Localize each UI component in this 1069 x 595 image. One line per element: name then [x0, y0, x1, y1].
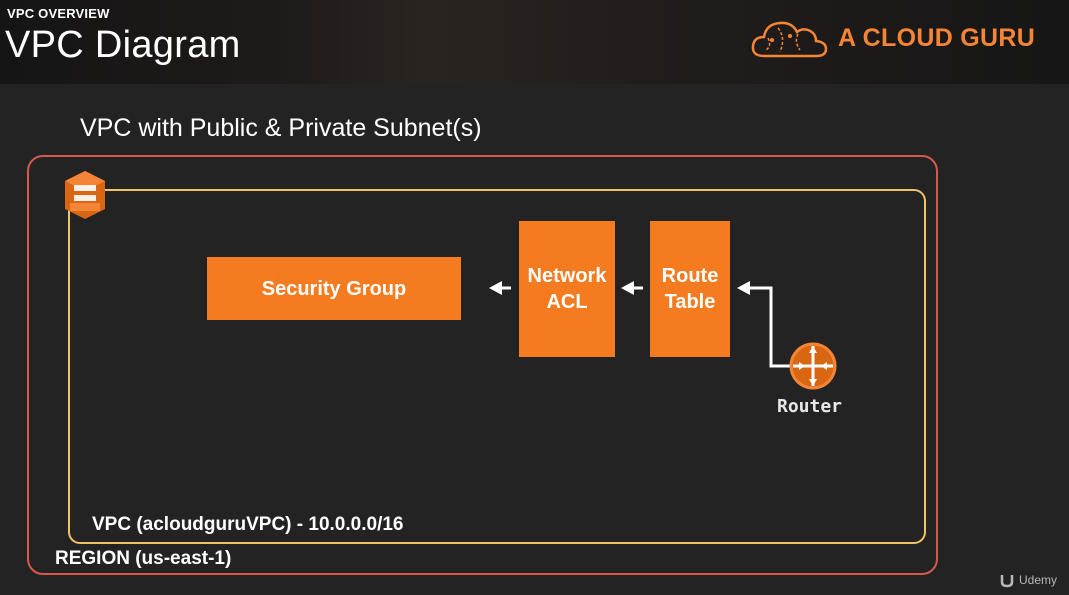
region-label: REGION (us-east-1): [55, 548, 232, 569]
router-icon: [789, 342, 837, 390]
route-table-box: Route Table: [650, 221, 730, 357]
slide-title: VPC Diagram: [5, 24, 241, 66]
network-acl-box: Network ACL: [519, 221, 615, 357]
security-group-box: Security Group: [207, 257, 461, 320]
udemy-text: Udemy: [1019, 573, 1058, 587]
network-acl-label-line1: Network: [527, 265, 607, 287]
brand-name: A CLOUD GURU: [838, 24, 1036, 52]
section-overline: VPC OVERVIEW: [7, 6, 110, 21]
vpc-label: VPC (acloudguruVPC) - 10.0.0.0/16: [92, 514, 404, 535]
cloud-logo-icon: [751, 21, 828, 58]
vpc-icon: [65, 171, 105, 219]
network-acl-label-line2: ACL: [546, 291, 588, 313]
security-group-label: Security Group: [261, 277, 407, 300]
brand-logo: A CLOUD GURU: [750, 16, 1050, 62]
slide-header: VPC OVERVIEW VPC Diagram A CLOUD GURU: [0, 0, 1069, 84]
route-table-label-line1: Route: [661, 265, 719, 287]
udemy-logo-icon: [1000, 575, 1014, 588]
route-table-label-line2: Table: [664, 291, 716, 313]
router-label: Router: [777, 396, 843, 417]
udemy-watermark: Udemy: [999, 572, 1057, 588]
diagram-subtitle: VPC with Public & Private Subnet(s): [80, 114, 482, 142]
